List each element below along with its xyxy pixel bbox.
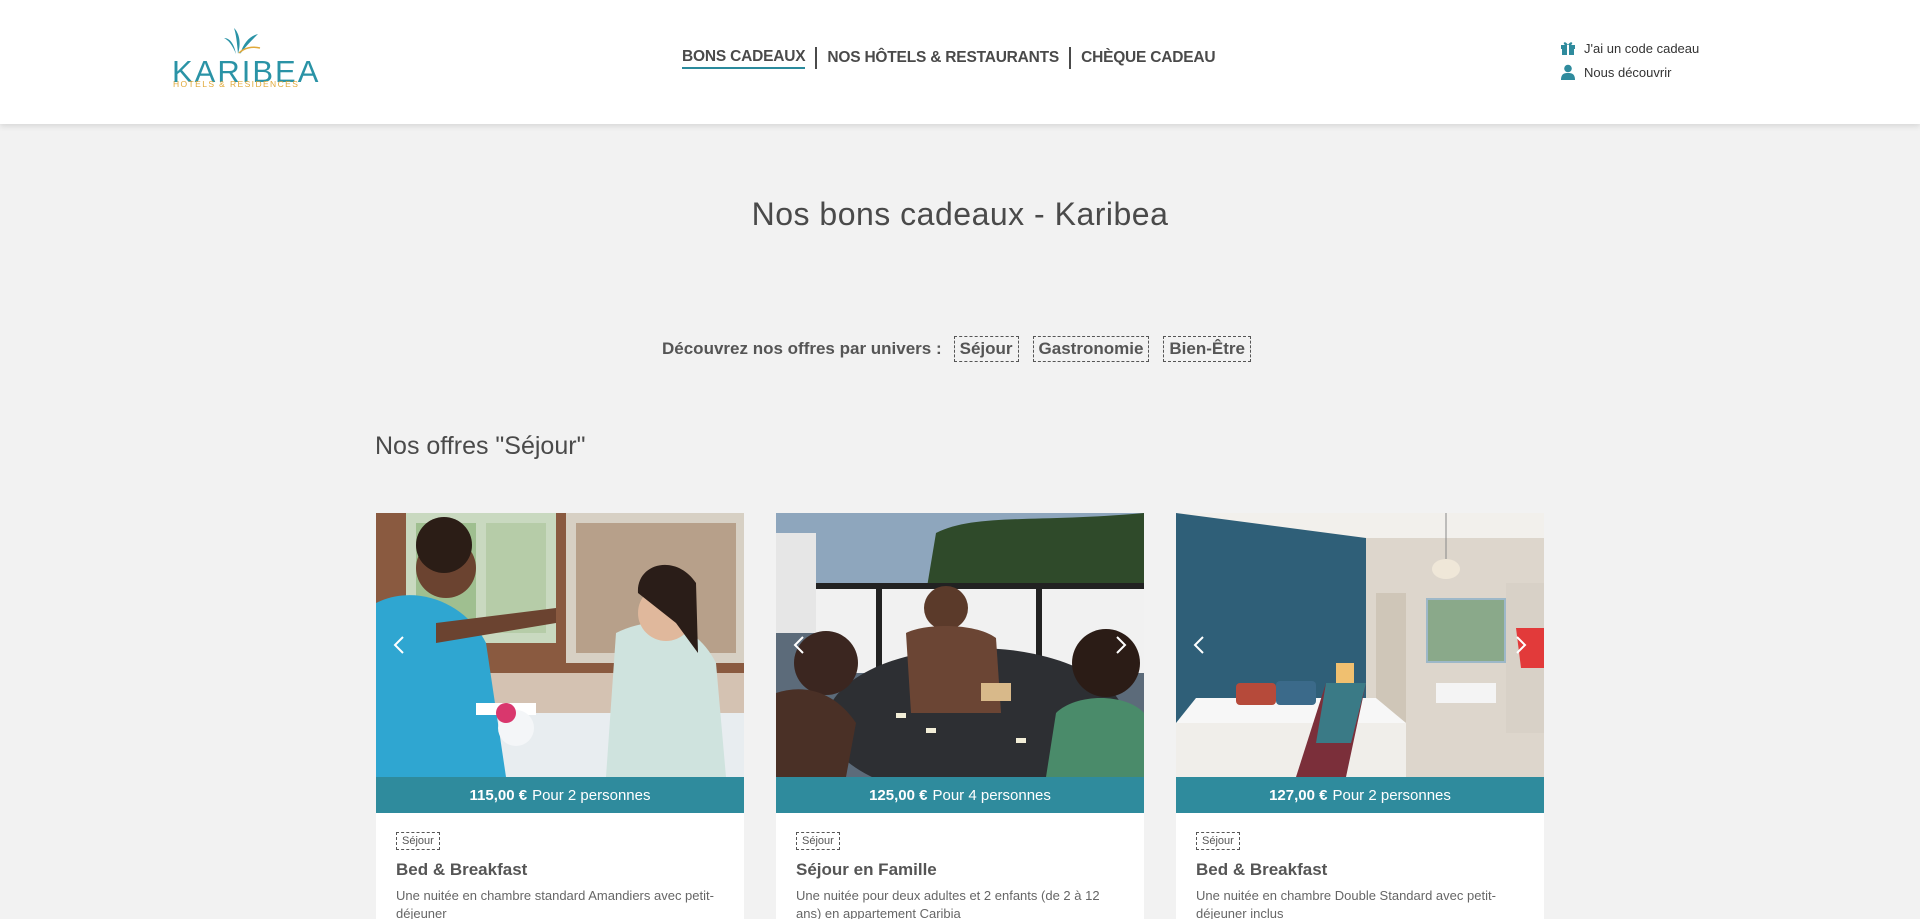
leaf-logo-icon: [224, 28, 261, 54]
carousel-next-icon[interactable]: [1508, 633, 1532, 657]
filter-sejour[interactable]: Séjour: [953, 336, 1019, 362]
price: 115,00 €: [469, 786, 528, 804]
offer-image-carousel[interactable]: [1176, 513, 1544, 777]
persons: Pour 2 personnes: [1332, 786, 1451, 804]
price-bar: 127,00 € Pour 2 personnes: [1176, 777, 1544, 813]
offer-title[interactable]: Séjour en Famille: [796, 860, 1124, 880]
carousel-prev-icon[interactable]: [388, 633, 412, 657]
nav-bons-cadeaux[interactable]: BONS CADEAUX: [682, 48, 806, 69]
carousel-prev-icon[interactable]: [788, 633, 812, 657]
offer-description: Une nuitée en chambre Double Standard av…: [1196, 888, 1496, 919]
universe-filters: Découvrez nos offres par univers : Séjou…: [0, 336, 1920, 362]
price-bar: 115,00 € Pour 2 personnes: [376, 777, 744, 813]
page-title: Nos bons cadeaux - Karibea: [751, 196, 1169, 232]
card-body: Séjour Séjour en Famille Une nuitée pour…: [776, 813, 1144, 919]
carousel-prev-icon[interactable]: [1188, 633, 1212, 657]
section-title: Nos offres "Séjour": [375, 432, 586, 460]
nav-hotels-restaurants[interactable]: NOS HÔTELS & RESTAURANTS: [827, 49, 1059, 67]
logo-tagline: HOTELS & RESIDENCES: [173, 79, 300, 89]
category-tag: Séjour: [1196, 832, 1240, 850]
offer-description: Une nuitée pour deux adultes et 2 enfant…: [796, 888, 1100, 919]
gift-code-label: J'ai un code cadeau: [1584, 40, 1700, 56]
price: 125,00 €: [869, 786, 928, 804]
filter-gastronomie[interactable]: Gastronomie: [1032, 336, 1150, 362]
offer-image-carousel[interactable]: [776, 513, 1144, 777]
card-body: Séjour Bed & Breakfast Une nuitée en cha…: [376, 813, 744, 919]
offer-description: Une nuitée en chambre standard Amandiers…: [396, 888, 714, 919]
hotel-room-photo: [1176, 513, 1544, 777]
carousel-next-icon[interactable]: [1108, 633, 1132, 657]
family-dominoes-photo: [776, 513, 1144, 777]
main-nav: BONS CADEAUX NOS HÔTELS & RESTAURANTS CH…: [682, 46, 1216, 70]
offer-card[interactable]: 127,00 € Pour 2 personnes Séjour Bed & B…: [1176, 513, 1544, 919]
offer-image-carousel[interactable]: [376, 513, 744, 777]
filter-bien-etre[interactable]: Bien-Être: [1163, 336, 1251, 362]
user-icon: [1561, 64, 1575, 80]
couple-breakfast-photo: [376, 513, 744, 777]
offer-card[interactable]: 115,00 € Pour 2 personnes Séjour Bed & B…: [376, 513, 744, 919]
nav-divider: [1069, 47, 1072, 69]
site-header: KARIBEA HOTELS & RESIDENCES BONS CADEAUX…: [0, 0, 1920, 124]
filters-label: Découvrez nos offres par univers :: [662, 339, 942, 358]
category-tag: Séjour: [396, 832, 440, 850]
discover-label: Nous découvrir: [1584, 64, 1672, 80]
offer-title[interactable]: Bed & Breakfast: [1196, 860, 1524, 880]
category-tag: Séjour: [796, 832, 840, 850]
offer-title[interactable]: Bed & Breakfast: [396, 860, 724, 880]
persons: Pour 4 personnes: [932, 786, 1051, 804]
gift-code-link[interactable]: J'ai un code cadeau: [1560, 36, 1699, 60]
discover-link[interactable]: Nous découvrir: [1560, 60, 1699, 84]
card-body: Séjour Bed & Breakfast Une nuitée en cha…: [1176, 813, 1544, 919]
top-links: J'ai un code cadeau Nous découvrir: [1560, 36, 1699, 84]
nav-divider: [815, 47, 818, 69]
karibea-logo[interactable]: KARIBEA HOTELS & RESIDENCES: [172, 26, 318, 92]
gift-icon: [1561, 42, 1575, 55]
price-bar: 125,00 € Pour 4 personnes: [776, 777, 1144, 813]
persons: Pour 2 personnes: [532, 786, 651, 804]
price: 127,00 €: [1269, 786, 1328, 804]
nav-cheque-cadeau[interactable]: CHÈQUE CADEAU: [1081, 49, 1216, 67]
offer-card[interactable]: 125,00 € Pour 4 personnes Séjour Séjour …: [776, 513, 1144, 919]
